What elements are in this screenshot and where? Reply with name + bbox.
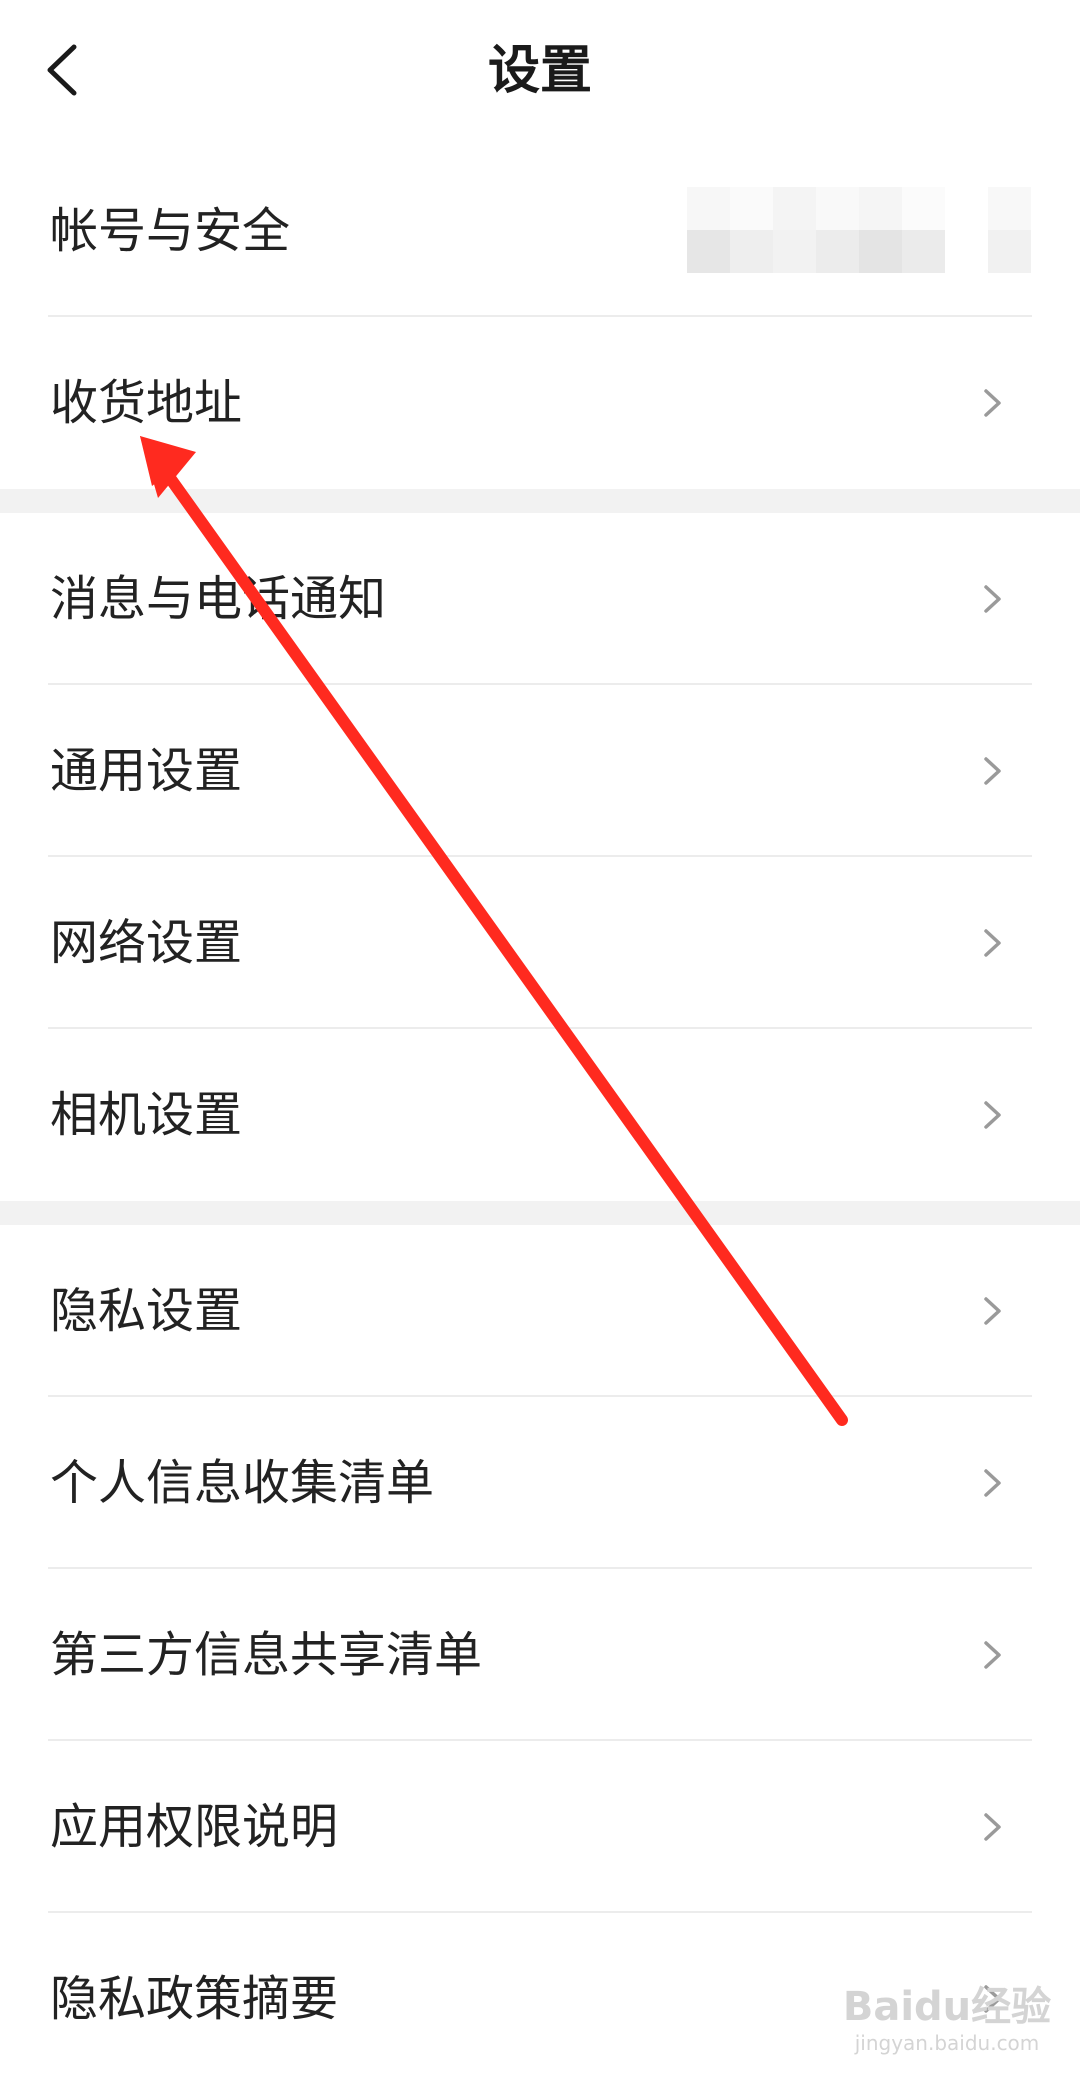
chevron-right-icon — [984, 1469, 1001, 1497]
settings-item-label: 隐私设置 — [50, 1283, 243, 1339]
settings-item-privacy-settings[interactable]: 隐私设置 — [0, 1225, 1080, 1397]
chevron-right-icon — [984, 1641, 1001, 1669]
settings-item-third-party-sharing-list[interactable]: 第三方信息共享清单 — [0, 1569, 1080, 1741]
page-title: 设置 — [487, 41, 592, 101]
chevron-right-icon — [984, 1813, 1001, 1841]
masked-account-value — [687, 187, 1032, 273]
chevron-right-icon — [984, 1101, 1001, 1129]
section-gap — [0, 1201, 1080, 1225]
settings-item-label: 相机设置 — [50, 1087, 243, 1143]
settings-item-label: 帐号与安全 — [50, 203, 291, 259]
settings-item-network-settings[interactable]: 网络设置 — [0, 857, 1080, 1029]
settings-item-label: 通用设置 — [50, 743, 243, 799]
settings-item-label: 第三方信息共享清单 — [50, 1627, 483, 1683]
settings-item-app-permissions[interactable]: 应用权限说明 — [0, 1741, 1080, 1913]
settings-item-label: 隐私政策摘要 — [50, 1971, 339, 2027]
chevron-right-icon — [984, 585, 1001, 613]
section-gap — [0, 489, 1080, 513]
settings-item-label: 收货地址 — [50, 375, 243, 431]
settings-item-shipping-address[interactable]: 收货地址 — [0, 317, 1080, 489]
settings-group-privacy: 隐私设置 个人信息收集清单 第三方信息共享清单 应用权限说明 隐私政策摘要 — [0, 1225, 1080, 2085]
chevron-right-icon — [984, 1297, 1001, 1325]
settings-item-label: 应用权限说明 — [50, 1799, 339, 1855]
watermark-logo: Baidu经验 — [842, 1984, 1052, 2030]
baidu-watermark: Baidu经验 jingyan.baidu.com — [842, 1983, 1052, 2073]
chevron-right-icon — [984, 389, 1001, 417]
top-bar: 设置 — [0, 0, 1080, 145]
settings-group-general: 消息与电话通知 通用设置 网络设置 相机设置 — [0, 513, 1080, 1201]
settings-item-label: 个人信息收集清单 — [50, 1455, 435, 1511]
chevron-right-icon — [984, 929, 1001, 957]
settings-item-notifications[interactable]: 消息与电话通知 — [0, 513, 1080, 685]
settings-group-account: 帐号与安全 收货地址 — [0, 145, 1080, 489]
settings-item-camera-settings[interactable]: 相机设置 — [0, 1029, 1080, 1201]
chevron-right-icon — [984, 757, 1001, 785]
settings-item-label: 网络设置 — [50, 915, 243, 971]
settings-item-account-security[interactable]: 帐号与安全 — [0, 145, 1080, 317]
settings-item-general-settings[interactable]: 通用设置 — [0, 685, 1080, 857]
settings-item-personal-info-list[interactable]: 个人信息收集清单 — [0, 1397, 1080, 1569]
settings-item-label: 消息与电话通知 — [50, 571, 387, 627]
settings-screen: 设置 帐号与安全 收货地址 消息与电话通知 通用设置 网络设置 相机设置 隐私设… — [0, 0, 1080, 2093]
watermark-site: jingyan.baidu.com — [854, 2031, 1040, 2055]
